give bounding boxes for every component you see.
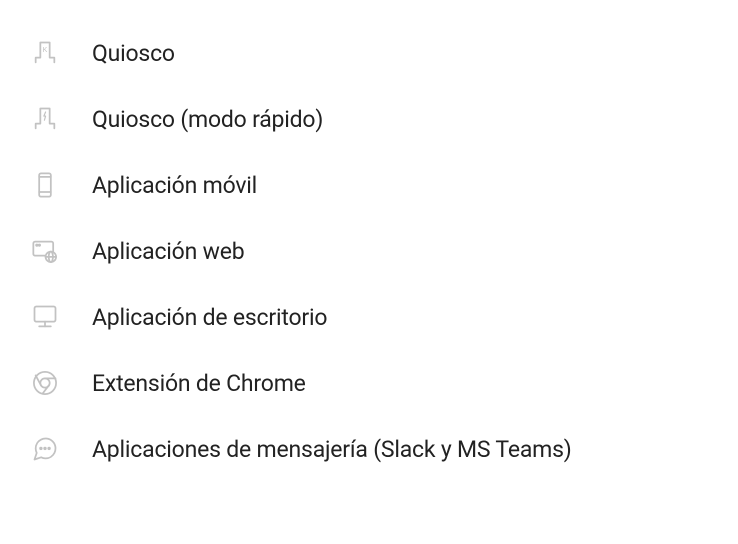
menu-item-chrome-ext[interactable]: Extensión de Chrome (0, 350, 738, 416)
menu-item-label: Quiosco (modo rápido) (92, 106, 323, 133)
web-app-icon (30, 236, 60, 266)
menu-item-web-app[interactable]: Aplicación web (0, 218, 738, 284)
svg-text:K: K (43, 47, 48, 54)
menu-item-label: Aplicación móvil (92, 172, 257, 199)
menu-item-label: Aplicaciones de mensajería (Slack y MS T… (92, 436, 572, 463)
menu-item-messaging[interactable]: Aplicaciones de mensajería (Slack y MS T… (0, 416, 738, 482)
menu-item-kiosk[interactable]: K Quiosco (0, 20, 738, 86)
menu-item-kiosk-fast[interactable]: Quiosco (modo rápido) (0, 86, 738, 152)
menu-item-mobile-app[interactable]: Aplicación móvil (0, 152, 738, 218)
menu-item-desktop-app[interactable]: Aplicación de escritorio (0, 284, 738, 350)
platform-menu: K Quiosco Quiosco (modo rápido) Aplicaci… (0, 20, 738, 482)
menu-item-label: Extensión de Chrome (92, 370, 306, 397)
kiosk-icon: K (30, 38, 60, 68)
menu-item-label: Aplicación web (92, 238, 244, 265)
kiosk-fast-icon (30, 104, 60, 134)
chat-icon (30, 434, 60, 464)
mobile-icon (30, 170, 60, 200)
menu-item-label: Aplicación de escritorio (92, 304, 327, 331)
menu-item-label: Quiosco (92, 40, 175, 67)
chrome-icon (30, 368, 60, 398)
desktop-icon (30, 302, 60, 332)
